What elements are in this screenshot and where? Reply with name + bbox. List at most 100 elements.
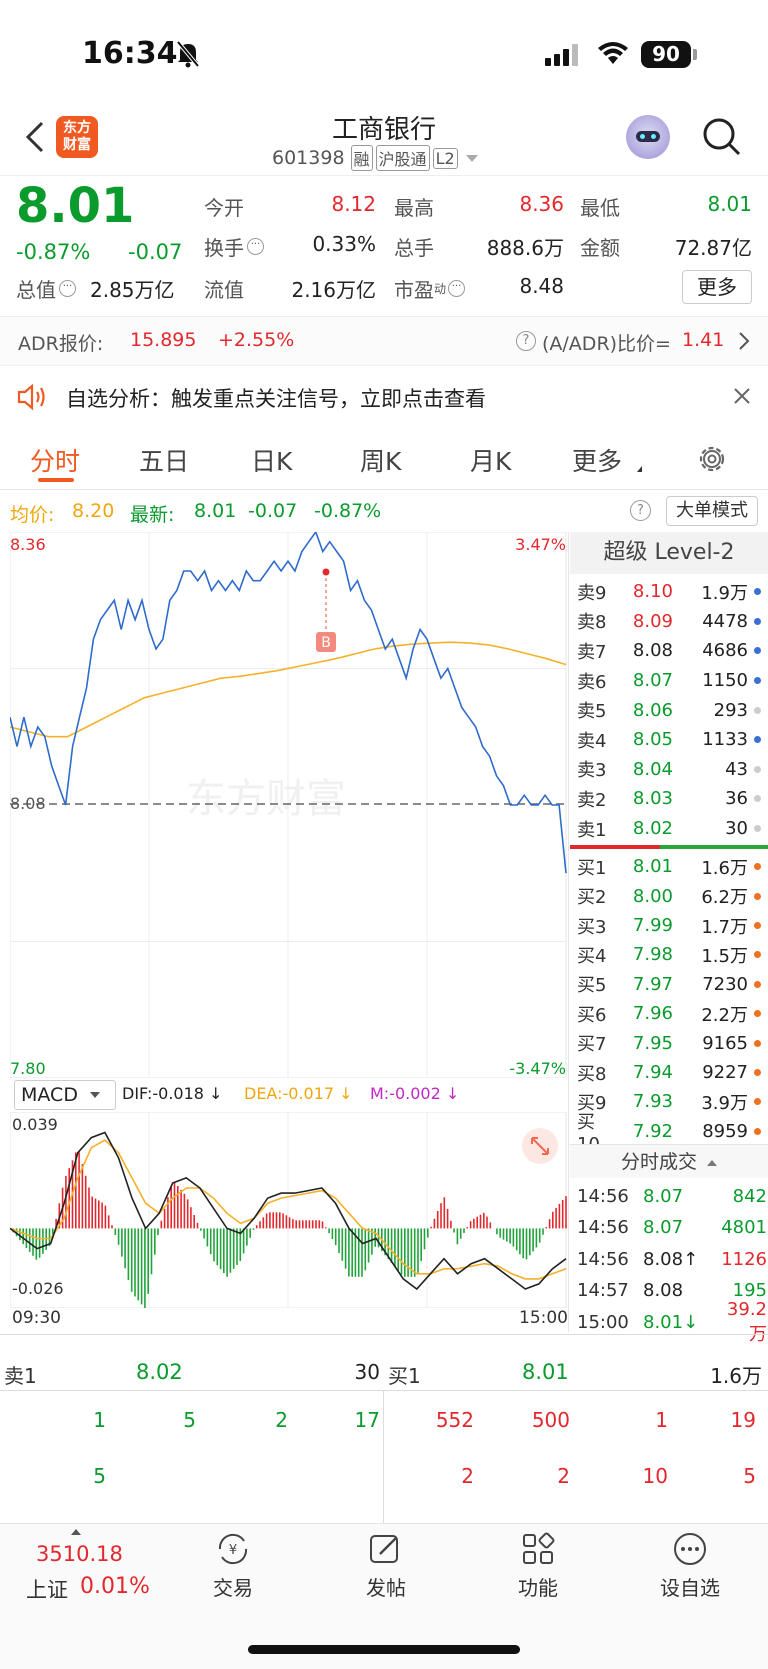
time-start: 09:30 (12, 1308, 61, 1328)
tab-intraday[interactable]: 分时 (30, 442, 80, 478)
bid-row[interactable]: 买3 7.99 1.7万 (575, 911, 768, 941)
turnover-label: 换手 (204, 236, 244, 260)
bid-row[interactable]: 买107.928959 (575, 1112, 768, 1155)
ask-level: 卖5 (577, 701, 607, 723)
grid-apps-icon[interactable] (521, 1532, 555, 1570)
nav-post-label[interactable]: 发帖 (326, 1572, 446, 1601)
indicator-selector[interactable]: MACD (14, 1080, 116, 1110)
robot-assistant-icon[interactable] (626, 115, 670, 159)
ask-price: 8.09 (632, 610, 673, 632)
bid-row[interactable]: 买4 7.98 1.5万 (575, 940, 768, 970)
help-icon[interactable]: ? (630, 500, 651, 521)
last-pct: -0.87% (314, 500, 382, 522)
ask-volume: 1133 (702, 729, 748, 751)
ask-row[interactable]: 卖6 8.07 1150 (575, 666, 768, 696)
bid-row[interactable]: 买8 7.94 9227 (575, 1058, 768, 1088)
ask-row[interactable]: 卖9 8.10 1.9万 (575, 577, 768, 607)
tab-more[interactable]: 更多 (572, 442, 622, 478)
ask-row[interactable]: 卖3 8.04 43 (575, 755, 768, 785)
info-dots-icon: ··· (247, 238, 264, 255)
buy-marker-dot (322, 568, 330, 576)
stat-label-open: 今开 (204, 196, 244, 220)
ask-row[interactable]: 卖8 8.09 4478 (575, 607, 768, 637)
index-name[interactable]: 上证 (26, 1574, 68, 1604)
macd-chart[interactable]: 0.039 -0.026 (10, 1112, 568, 1308)
ask-row[interactable]: 卖1 8.02 30 (575, 814, 768, 844)
tab-weekly-k[interactable]: 周K (360, 442, 401, 478)
trade-volume: 4801 (721, 1217, 767, 1238)
ask-dot (754, 765, 761, 773)
index-value[interactable]: 3510.18 (36, 1542, 123, 1566)
divider (0, 1334, 768, 1335)
nav-function-label[interactable]: 功能 (478, 1572, 598, 1601)
stat-label-turnover[interactable]: 换手 ··· (204, 232, 264, 261)
trade-icon[interactable]: ¥ (214, 1532, 252, 1570)
trade-volume: 39.2万 (726, 1298, 767, 1345)
close-icon[interactable] (734, 388, 750, 408)
chart-watermark: 东方财富 (186, 776, 346, 822)
macd-header: MACD DIF:-0.018 ↓ DEA:-0.017 ↓ M:-0.002 … (10, 1080, 568, 1112)
tab-daily-k[interactable]: 日K (251, 442, 292, 478)
search-icon[interactable] (702, 117, 742, 161)
bid-price: 7.96 (632, 1003, 673, 1025)
edit-post-icon[interactable] (368, 1532, 402, 1570)
stat-label-pe[interactable]: 市盈动 ··· (394, 274, 466, 303)
ask-row[interactable]: 卖7 8.08 4686 (575, 636, 768, 666)
bid-row[interactable]: 买7 7.95 9165 (575, 1028, 768, 1058)
queue-bid-vol: 1.6万 (710, 1364, 762, 1388)
y-top-price: 8.36 (10, 535, 46, 554)
more-dots-icon[interactable] (673, 1532, 707, 1570)
bid-volume: 6.2万 (701, 887, 748, 909)
big-order-mode-button[interactable]: 大单模式 (666, 496, 758, 526)
adr-price: 15.895 (130, 329, 197, 351)
stat-label-amount: 金额 (580, 236, 620, 260)
time-end: 15:00 (519, 1308, 568, 1328)
stat-label-low: 最低 (580, 196, 620, 220)
bid-volume: 3.9万 (701, 1092, 748, 1114)
bid-dot (754, 922, 761, 930)
adr-bar[interactable]: ADR报价: 15.895 +2.55% ? (A/ADR)比价= 1.41 (0, 316, 768, 366)
tab-monthly-k[interactable]: 月K (470, 442, 511, 478)
ask-row[interactable]: 卖2 8.03 36 (575, 784, 768, 814)
queue-divider (383, 1391, 384, 1523)
last-change: -0.07 (248, 500, 298, 522)
stock-code-row[interactable]: 601398 融 沪股通 L2 (272, 145, 478, 171)
stat-label-mktcap[interactable]: 总值 ··· (16, 274, 76, 303)
tab-five-day[interactable]: 五日 (139, 442, 189, 478)
ask-row[interactable]: 卖4 8.05 1133 (575, 725, 768, 755)
alert-banner[interactable]: 自选分析：触发重点关注信号，立即点击查看 (0, 367, 768, 427)
macd-dea: DEA:-0.017 ↓ (244, 1084, 353, 1103)
ask-price: 8.10 (632, 581, 673, 603)
queue-ask-label: 卖1 (4, 1364, 37, 1388)
level2-title[interactable]: 超级 Level-2 (570, 532, 768, 574)
ask-dot (754, 736, 761, 744)
bid-row[interactable]: 买5 7.97 7230 (575, 970, 768, 1000)
nav-trade-label[interactable]: 交易 (173, 1572, 293, 1601)
gear-icon[interactable] (697, 444, 727, 478)
ask-row[interactable]: 卖5 8.06 293 (575, 695, 768, 725)
bid-price: 7.92 (632, 1120, 673, 1142)
status-bar: 16:34 90 (0, 0, 768, 105)
indicator-name: MACD (21, 1084, 78, 1106)
intraday-chart[interactable]: 东方财富 B 8.36 3.47% 8.08 7.80 -3.47% (10, 532, 568, 1078)
nav-watchlist-label[interactable]: 设自选 (630, 1572, 750, 1601)
queue-ask-item: 5 (93, 1464, 106, 1488)
adr-label: ADR报价: (18, 333, 104, 355)
stat-value-high: 8.36 (519, 192, 564, 216)
queue-bid-item: 500 (531, 1408, 570, 1432)
bid-volume: 9165 (702, 1032, 748, 1054)
bid-level: 买5 (577, 975, 607, 997)
stat-value-float: 2.16万亿 (291, 278, 376, 302)
bid-row[interactable]: 买2 8.00 6.2万 (575, 881, 768, 911)
bid-row[interactable]: 买6 7.96 2.2万 (575, 999, 768, 1029)
index-pct[interactable]: 0.01% (80, 1574, 150, 1599)
more-button[interactable]: 更多 (682, 270, 752, 304)
trades-header[interactable]: 分时成交 (570, 1144, 768, 1178)
buy-marker-label: B (321, 635, 331, 651)
bid-row[interactable]: 买1 8.01 1.6万 (575, 852, 768, 882)
change-percent: -0.87% (16, 240, 91, 264)
ask-bid-bar-red (570, 845, 660, 849)
expand-icon[interactable] (522, 1128, 558, 1164)
panel-divider (568, 532, 569, 1332)
queue-bid-item: 19 (730, 1408, 756, 1432)
